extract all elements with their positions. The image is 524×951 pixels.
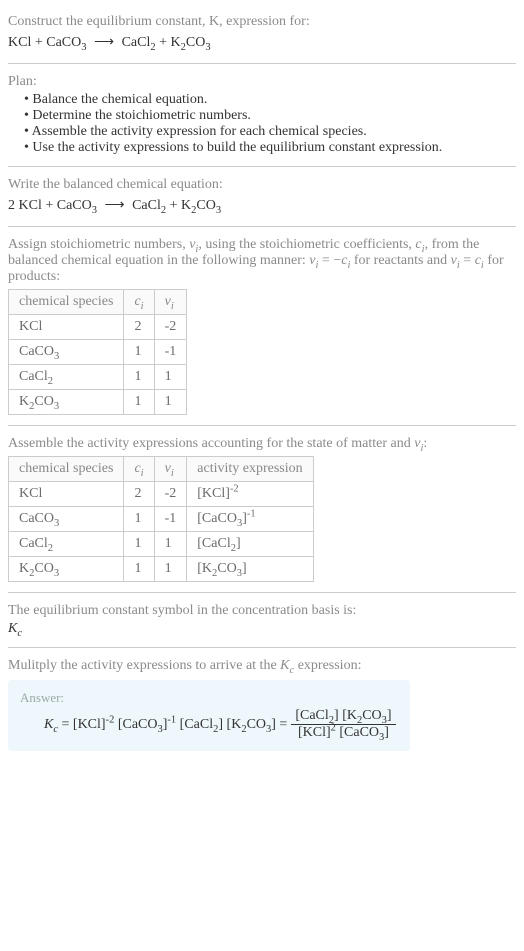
answer-label: Answer: [20,690,398,706]
table-row: CaCO3 1 -1 [CaCO3]-1 [9,507,314,532]
cell-activity: [CaCO3]-1 [187,507,313,532]
kc-symbol-text: The equilibrium constant symbol in the c… [8,603,516,619]
divider [8,592,516,593]
table-row: K2CO3 1 1 [9,390,187,415]
divider [8,226,516,227]
plan-item: Determine the stoichiometric numbers. [24,108,516,124]
cell-activity: [KCl]-2 [187,482,313,507]
cell-species: CaCl2 [9,532,124,557]
multiply-section: Mulitply the activity expressions to arr… [8,652,516,757]
balanced-section: Write the balanced chemical equation: 2 … [8,171,516,222]
plan-item: Use the activity expressions to build th… [24,140,516,156]
divider [8,63,516,64]
answer-lhs: Kc = [KCl]-2 [CaCO3]-1 [CaCl2] [K2CO3] = [44,717,287,733]
col-species: chemical species [9,290,124,315]
activity-table: chemical species ci νi activity expressi… [8,456,314,582]
col-vi: νi [154,290,187,315]
table-row: CaCl2 1 1 [9,365,187,390]
header-prompt: Construct the equilibrium constant, K, e… [8,14,516,30]
cell-vi: -1 [154,340,187,365]
header-section: Construct the equilibrium constant, K, e… [8,8,516,59]
cell-ci: 2 [124,315,154,340]
balanced-equation: 2 KCl + CaCO3 ⟶ CaCl2 + K2CO3 [8,195,516,216]
col-activity: activity expression [187,457,313,482]
cell-species: CaCO3 [9,507,124,532]
cell-species: CaCO3 [9,340,124,365]
divider [8,425,516,426]
table-row: CaCl2 1 1 [CaCl2] [9,532,314,557]
stoich-table: chemical species ci νi KCl 2 -2 CaCO3 1 … [8,289,187,415]
cell-ci: 1 [124,507,154,532]
table-header-row: chemical species ci νi activity expressi… [9,457,314,482]
cell-ci: 1 [124,532,154,557]
fraction-numerator: [CaCl2] [K2CO3] [291,708,395,725]
kc-symbol-section: The equilibrium constant symbol in the c… [8,597,516,643]
plan-section: Plan: Balance the chemical equation. Det… [8,68,516,162]
cell-ci: 1 [124,340,154,365]
table-row: CaCO3 1 -1 [9,340,187,365]
col-vi: νi [154,457,187,482]
answer-box: Answer: Kc = [KCl]-2 [CaCO3]-1 [CaCl2] [… [8,680,410,751]
cell-vi: 1 [154,557,187,582]
activity-intro: Assemble the activity expressions accoun… [8,436,516,452]
table-header-row: chemical species ci νi [9,290,187,315]
table-row: KCl 2 -2 [9,315,187,340]
cell-species: KCl [9,482,124,507]
cell-species: CaCl2 [9,365,124,390]
cell-species: K2CO3 [9,390,124,415]
divider [8,647,516,648]
fraction-denominator: [KCl]2 [CaCO3] [291,725,395,741]
stoich-section: Assign stoichiometric numbers, νi, using… [8,231,516,421]
cell-ci: 2 [124,482,154,507]
col-ci: ci [124,457,154,482]
cell-vi: 1 [154,365,187,390]
cell-species: KCl [9,315,124,340]
plan-item: Assemble the activity expression for eac… [24,124,516,140]
answer-fraction: [CaCl2] [K2CO3] [KCl]2 [CaCO3] [289,708,397,741]
cell-activity: [K2CO3] [187,557,313,582]
plan-label: Plan: [8,74,516,90]
header-equation: KCl + CaCO3 ⟶ CaCl2 + K2CO3 [8,32,516,53]
plan-item: Balance the chemical equation. [24,92,516,108]
plan-list: Balance the chemical equation. Determine… [8,92,516,156]
cell-vi: -2 [154,315,187,340]
cell-vi: -2 [154,482,187,507]
multiply-prompt: Mulitply the activity expressions to arr… [8,658,516,674]
cell-ci: 1 [124,557,154,582]
cell-vi: 1 [154,390,187,415]
col-ci: ci [124,290,154,315]
cell-activity: [CaCl2] [187,532,313,557]
activity-section: Assemble the activity expressions accoun… [8,430,516,588]
stoich-intro: Assign stoichiometric numbers, νi, using… [8,237,516,285]
table-row: KCl 2 -2 [KCl]-2 [9,482,314,507]
kc-symbol: Kc [8,621,516,637]
cell-ci: 1 [124,365,154,390]
table-row: K2CO3 1 1 [K2CO3] [9,557,314,582]
balanced-prompt: Write the balanced chemical equation: [8,177,516,193]
col-species: chemical species [9,457,124,482]
cell-species: K2CO3 [9,557,124,582]
cell-vi: -1 [154,507,187,532]
cell-ci: 1 [124,390,154,415]
answer-equation: Kc = [KCl]-2 [CaCO3]-1 [CaCl2] [K2CO3] =… [20,708,398,741]
cell-vi: 1 [154,532,187,557]
divider [8,166,516,167]
